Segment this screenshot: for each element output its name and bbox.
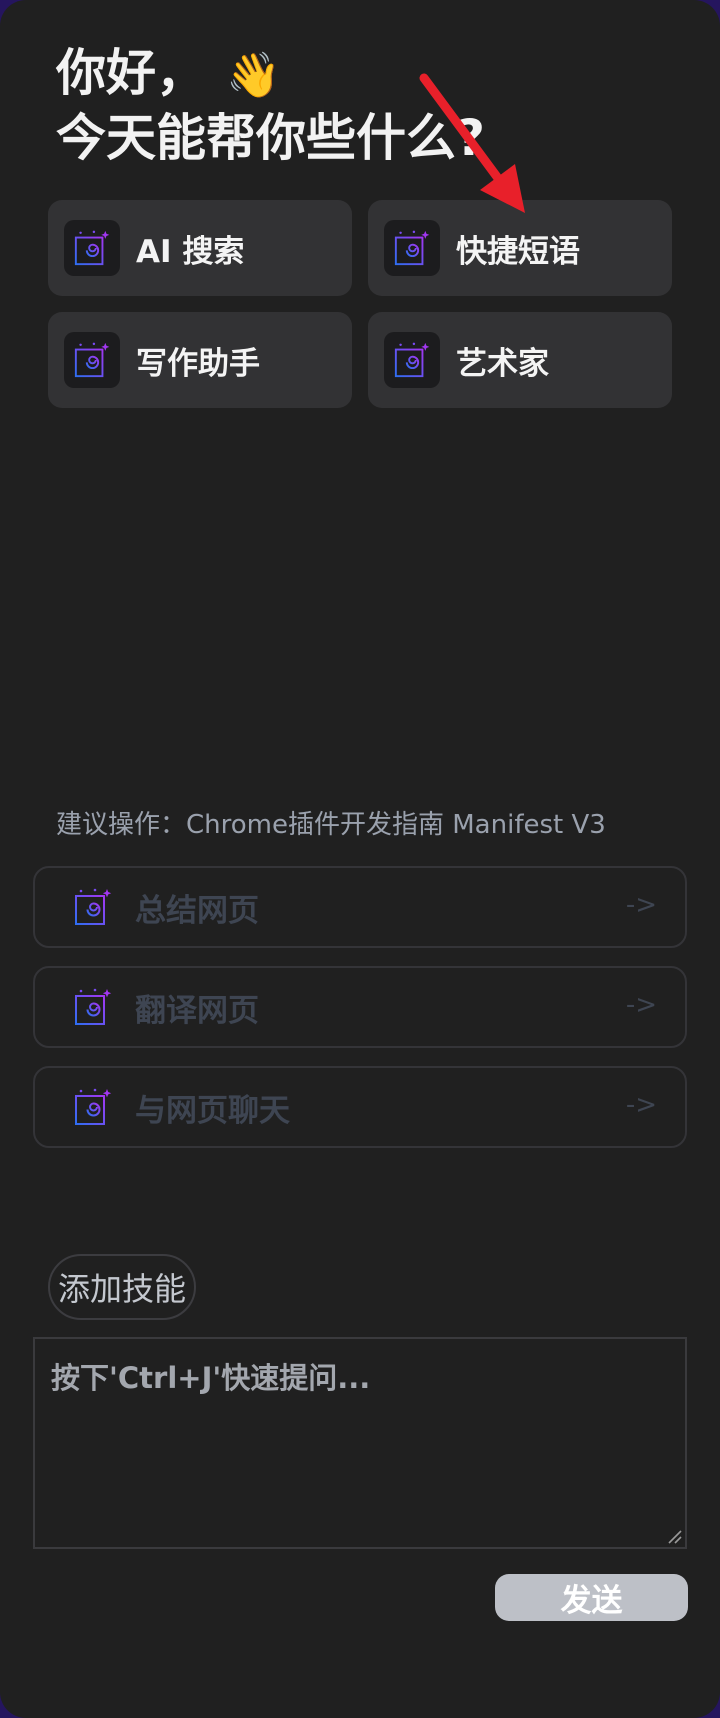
skill-card-quick-phrases[interactable]: 快捷短语: [368, 200, 672, 296]
skill-logo-icon: [71, 885, 115, 929]
suggestions-title: 建议操作：Chrome插件开发指南 Manifest V3: [56, 810, 606, 840]
arrow-right-icon: ->: [625, 1090, 657, 1120]
skill-card-ai-search[interactable]: AI 搜索: [48, 200, 352, 296]
skill-logo-icon: [384, 220, 440, 276]
greeting-line-2: 今天能帮你些什么?: [56, 109, 486, 167]
skill-card-writing-assistant[interactable]: 写作助手: [48, 312, 352, 408]
skill-label: 写作助手: [136, 345, 260, 382]
skill-logo-icon: [71, 1085, 115, 1129]
suggestion-translate-page[interactable]: 翻译网页 ->: [33, 966, 687, 1048]
add-skill-button[interactable]: 添加技能: [48, 1254, 197, 1320]
skill-logo-icon: [71, 985, 115, 1029]
arrow-right-icon: ->: [625, 890, 657, 920]
assistant-panel: 你好， 👋 今天能帮你些什么? AI 搜索 快捷短语 写作助手 艺术家 建议操作：…: [0, 0, 720, 1718]
skill-label: 快捷短语: [456, 233, 580, 270]
skill-label: AI 搜索: [136, 233, 245, 270]
greeting-line-1: 你好， 👋: [56, 44, 281, 102]
question-input[interactable]: [49, 1353, 673, 1527]
skill-logo-icon: [384, 332, 440, 388]
skill-logo-icon: [64, 332, 120, 388]
suggestion-chat-with-page[interactable]: 与网页聊天 ->: [33, 1066, 687, 1148]
greeting-heading: 你好， 👋 今天能帮你些什么?: [56, 42, 485, 169]
suggestion-label: 与网页聊天: [135, 1092, 290, 1129]
suggestion-label: 总结网页: [135, 892, 259, 929]
skill-label: 艺术家: [456, 345, 549, 382]
suggestion-label: 翻译网页: [135, 992, 259, 1029]
skill-card-artist[interactable]: 艺术家: [368, 312, 672, 408]
wave-icon: 👋: [226, 50, 281, 101]
skill-logo-icon: [64, 220, 120, 276]
question-input-box: [33, 1337, 687, 1549]
resize-handle-icon[interactable]: [665, 1527, 683, 1545]
send-button[interactable]: 发送: [495, 1574, 688, 1621]
arrow-right-icon: ->: [625, 990, 657, 1020]
suggestion-summarize-page[interactable]: 总结网页 ->: [33, 866, 687, 948]
